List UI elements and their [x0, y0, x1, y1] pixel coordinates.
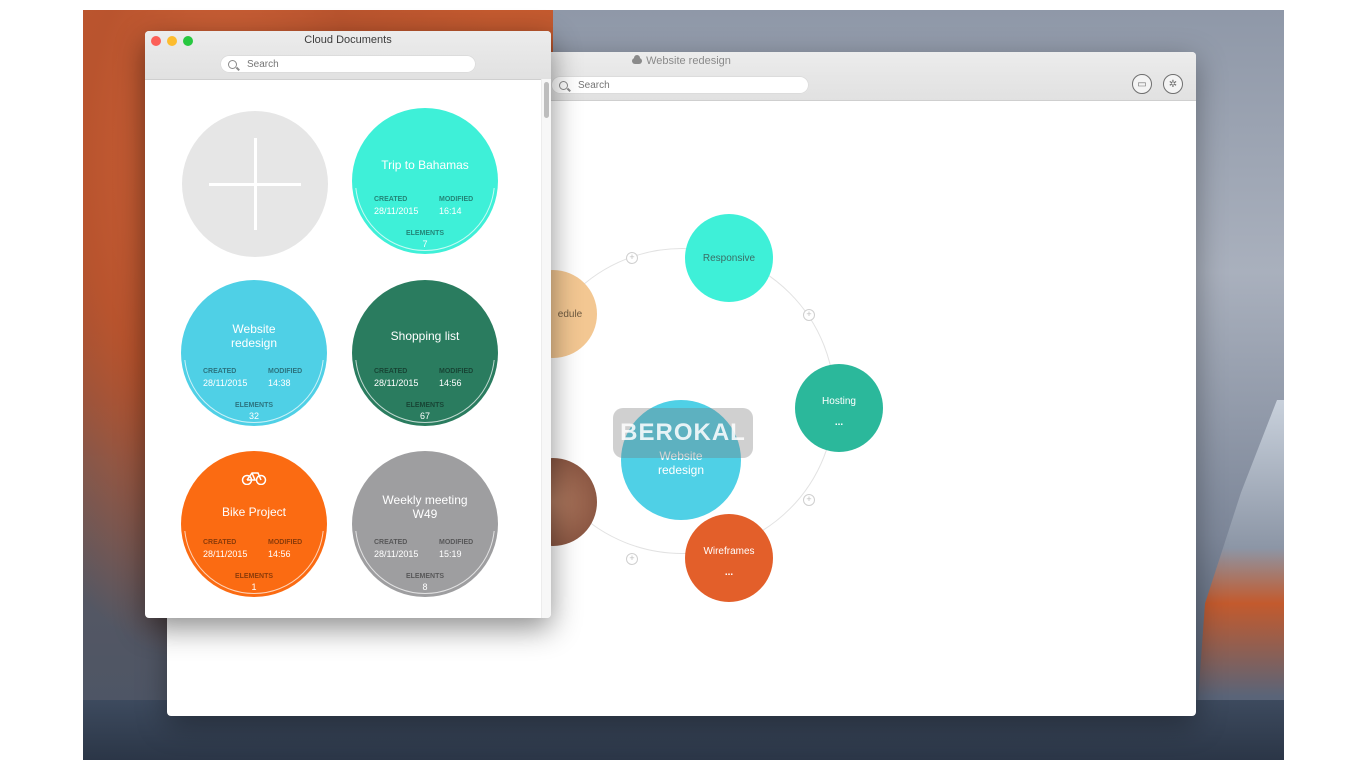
elements-value: 32	[248, 411, 259, 421]
add-node-icon[interactable]: +	[626, 553, 638, 565]
document-name: Website redesign	[230, 322, 278, 350]
plus-icon	[254, 138, 257, 230]
elements-value: 67	[419, 411, 430, 421]
modified-value: 14:38	[268, 378, 291, 388]
node-label: edule	[557, 308, 583, 320]
created-label: CREATED	[203, 368, 237, 375]
created-value: 28/11/2015	[203, 549, 248, 559]
search-icon	[228, 59, 237, 69]
node-wireframes[interactable]: Wireframes ...	[685, 514, 773, 602]
created-value: 28/11/2015	[374, 206, 419, 216]
search-field[interactable]	[220, 55, 476, 73]
modified-label: MODIFIED	[439, 539, 474, 546]
gear-icon: ✲	[1168, 78, 1178, 90]
search-field[interactable]	[551, 76, 809, 94]
elements-value: 7	[422, 239, 428, 249]
window-title-text: Website redesign	[646, 55, 731, 67]
node-label: Wireframes	[703, 546, 755, 557]
document-card[interactable]: Bike Project CREATED 28/11/2015 MODIFIED…	[181, 451, 327, 597]
document-name: Shopping list	[390, 329, 460, 343]
watermark: BEROKAL	[613, 408, 753, 458]
node-more: ...	[834, 417, 844, 428]
elements-label: ELEMENTS	[405, 573, 445, 580]
modified-value: 14:56	[439, 378, 462, 388]
add-node-icon[interactable]: +	[803, 309, 815, 321]
created-label: CREATED	[374, 539, 408, 546]
elements-label: ELEMENTS	[234, 402, 274, 409]
modified-label: MODIFIED	[268, 539, 303, 546]
bike-icon	[241, 472, 267, 485]
node-label: Hosting	[822, 396, 856, 407]
modified-value: 14:56	[268, 549, 291, 559]
titlebar: Cloud Documents	[145, 31, 551, 80]
elements-value: 1	[251, 582, 257, 592]
cloud-documents-window: Cloud Documents Trip to Bahamas CREATED …	[145, 31, 551, 618]
document-card[interactable]: Website redesign CREATED 28/11/2015 MODI…	[181, 280, 327, 426]
node-hosting[interactable]: Hosting ...	[795, 364, 883, 452]
modified-value: 15:19	[439, 549, 462, 559]
settings-button[interactable]: ✲	[1163, 74, 1183, 94]
created-label: CREATED	[374, 196, 408, 203]
modified-label: MODIFIED	[268, 368, 303, 375]
elements-label: ELEMENTS	[234, 573, 274, 580]
search-input[interactable]	[245, 57, 454, 71]
chat-button[interactable]: ▭	[1132, 74, 1152, 94]
scrollbar[interactable]	[541, 79, 551, 618]
new-document-button[interactable]	[182, 111, 328, 257]
node-label: Responsive	[702, 252, 756, 264]
elements-value: 8	[422, 582, 428, 592]
document-name: Bike Project	[221, 505, 287, 519]
created-value: 28/11/2015	[203, 378, 248, 388]
node-responsive[interactable]: Responsive	[685, 214, 773, 302]
window-title: Cloud Documents	[304, 34, 392, 46]
created-value: 28/11/2015	[374, 378, 419, 388]
document-card[interactable]: Shopping list CREATED 28/11/2015 MODIFIE…	[352, 280, 498, 426]
add-node-icon[interactable]: +	[803, 494, 815, 506]
document-card[interactable]: Weekly meeting W49 CREATED 28/11/2015 MO…	[352, 451, 498, 597]
cloud-icon	[632, 55, 643, 65]
search-icon	[559, 80, 568, 90]
created-label: CREATED	[374, 368, 408, 375]
chat-icon: ▭	[1137, 78, 1147, 90]
document-name: Weekly meeting W49	[382, 493, 468, 521]
document-card[interactable]: Trip to Bahamas CREATED 28/11/2015 MODIF…	[352, 108, 498, 254]
modified-label: MODIFIED	[439, 196, 474, 203]
elements-label: ELEMENTS	[405, 230, 445, 237]
modified-value: 16:14	[439, 206, 462, 216]
created-value: 28/11/2015	[374, 549, 419, 559]
watermark-text: BEROKAL	[620, 419, 746, 446]
add-node-icon[interactable]: +	[626, 252, 638, 264]
created-label: CREATED	[203, 539, 237, 546]
document-name: Trip to Bahamas	[381, 158, 469, 172]
node-more: ...	[724, 567, 734, 578]
modified-label: MODIFIED	[439, 368, 474, 375]
scroll-thumb[interactable]	[544, 82, 549, 118]
elements-label: ELEMENTS	[405, 402, 445, 409]
search-input[interactable]	[576, 78, 787, 92]
